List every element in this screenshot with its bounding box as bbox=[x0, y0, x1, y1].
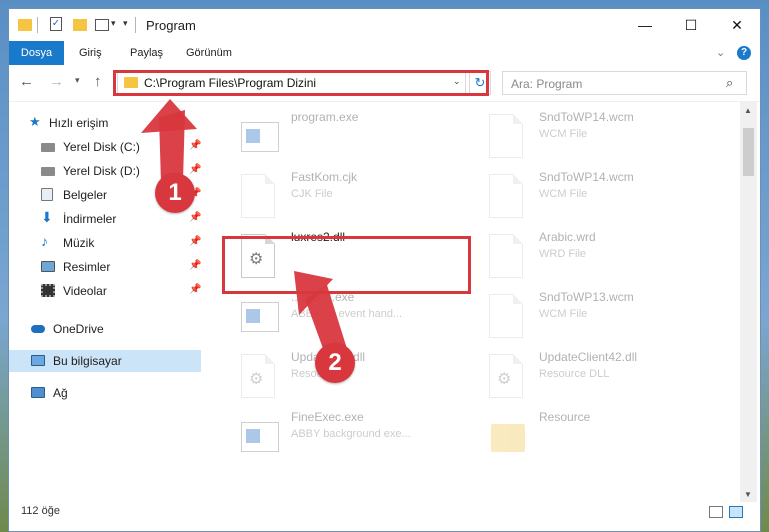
details-view-icon[interactable] bbox=[709, 506, 723, 518]
status-bar: 112 öğe bbox=[9, 502, 760, 524]
vertical-scrollbar[interactable]: ▲ ▼ bbox=[740, 102, 757, 502]
item-count: 112 öğe bbox=[21, 505, 60, 517]
annotation-arrows bbox=[141, 99, 349, 365]
step-badge-2: 2 bbox=[315, 343, 355, 383]
scroll-down-icon[interactable]: ▼ bbox=[744, 490, 752, 499]
arrow-1-head-icon bbox=[141, 99, 197, 133]
step-badge-1: 1 bbox=[155, 173, 195, 213]
tiles-view-icon[interactable] bbox=[729, 506, 743, 518]
explorer-window: ✓ ▾ ▾ Program — ☐ ✕ Dosya Giriş Paylaş G… bbox=[8, 8, 761, 532]
scroll-thumb[interactable] bbox=[743, 128, 754, 176]
scroll-up-icon[interactable]: ▲ bbox=[744, 106, 752, 115]
